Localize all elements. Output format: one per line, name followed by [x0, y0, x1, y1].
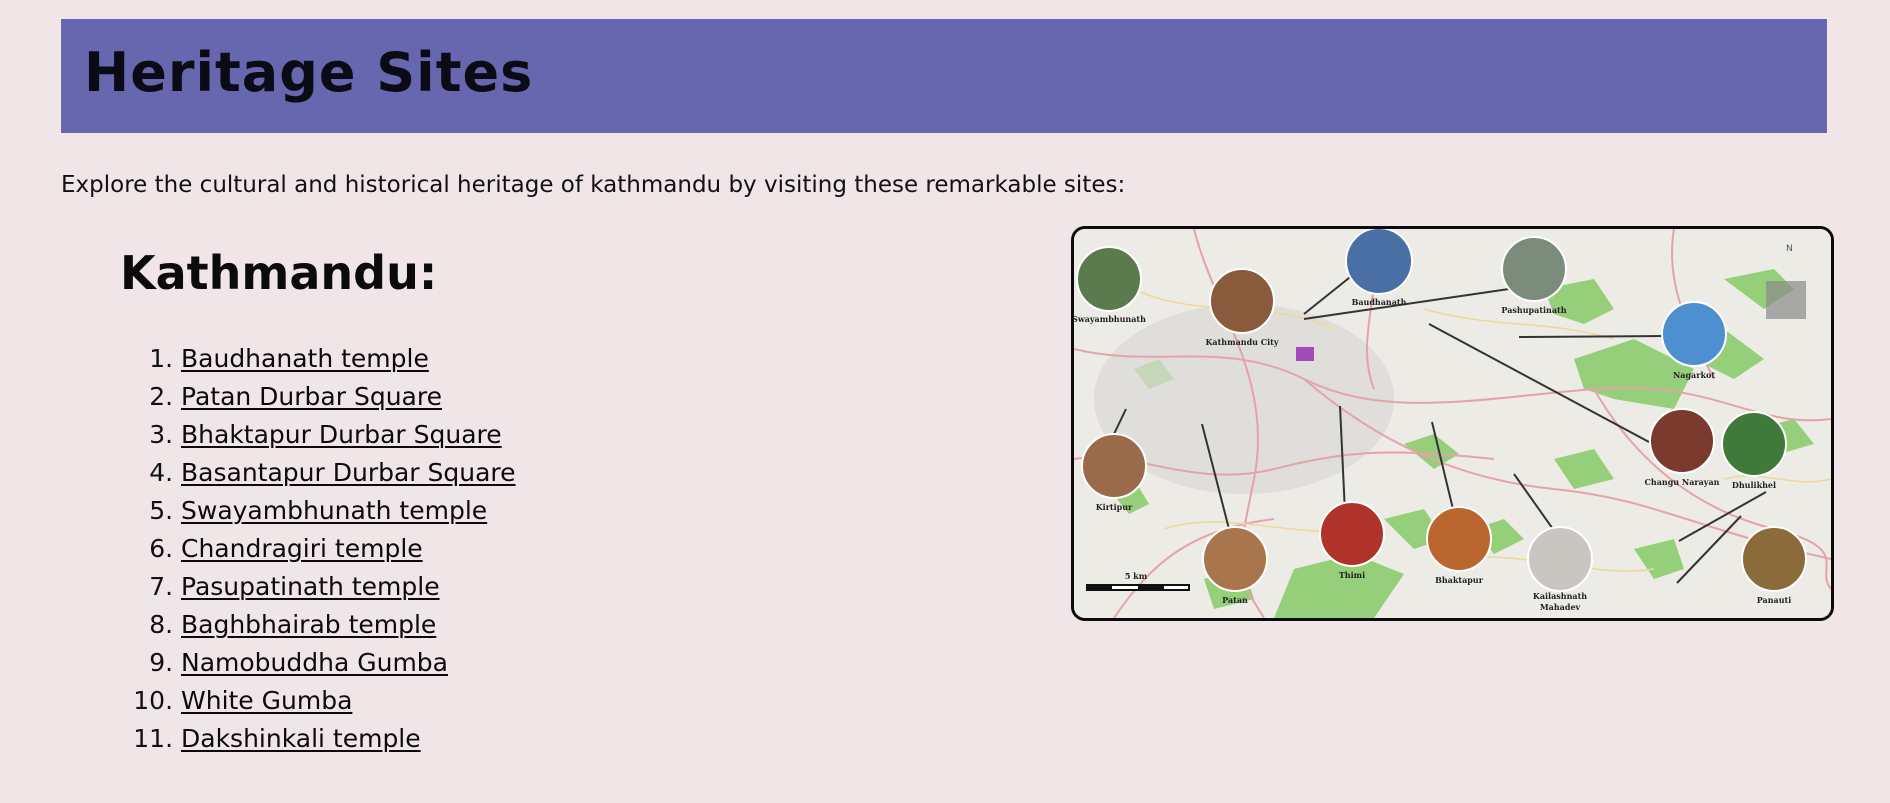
list-item: Baghbhairab temple [181, 606, 516, 644]
swayambhunath-photo [1076, 246, 1142, 312]
map-label-thimi: Thimi [1339, 570, 1365, 580]
map-label-changu-narayan: Changu Narayan [1645, 477, 1720, 487]
map-label-pashupatinath: Pashupatinath [1501, 305, 1566, 315]
site-link[interactable]: Basantapur Durbar Square [181, 458, 516, 487]
page-title: Heritage Sites [84, 41, 534, 104]
nagarkot-photo [1661, 301, 1727, 367]
map-label-kathmandu-city: Kathmandu City [1205, 337, 1278, 347]
list-item: Namobuddha Gumba [181, 644, 516, 682]
list-item: White Gumba [181, 682, 516, 720]
kailashnath-photo [1527, 526, 1593, 592]
map-label-swayambhunath: Swayambhunath [1074, 314, 1146, 324]
thimi-photo [1319, 501, 1385, 567]
list-item: Pasupatinath temple [181, 568, 516, 606]
site-link[interactable]: Bhaktapur Durbar Square [181, 420, 502, 449]
bhaktapur-photo [1426, 506, 1492, 572]
map-label-kailashnath: Kailashnath [1533, 591, 1587, 601]
kathmandu-city-photo [1209, 268, 1275, 334]
list-item: Patan Durbar Square [181, 378, 516, 416]
page-header: Heritage Sites [61, 19, 1827, 133]
kathmandu-heritage-map: Swayambhunath Kathmandu City Baudhanath … [1071, 226, 1834, 621]
map-graphic: Swayambhunath Kathmandu City Baudhanath … [1074, 229, 1831, 618]
scale-label: 5 km [1125, 571, 1148, 581]
site-link[interactable]: Chandragiri temple [181, 534, 423, 563]
dhulikhel-photo [1721, 411, 1787, 477]
map-label-dhulikhel: Dhulikhel [1732, 480, 1776, 490]
site-link[interactable]: Swayambhunath temple [181, 496, 487, 525]
baudhanath-photo [1345, 229, 1413, 295]
site-link[interactable]: Pasupatinath temple [181, 572, 440, 601]
map-label-nagarkot: Nagarkot [1673, 370, 1715, 380]
map-label-kirtipur: Kirtipur [1096, 502, 1133, 512]
map-label-mahadev: Mahadev [1540, 602, 1581, 612]
heritage-site-list: Baudhanath temple Patan Durbar Square Bh… [120, 340, 516, 758]
site-link[interactable]: White Gumba [181, 686, 352, 715]
changu-narayan-photo [1649, 408, 1715, 474]
map-label-panauti: Panauti [1757, 595, 1792, 605]
intro-text: Explore the cultural and historical heri… [61, 172, 1126, 198]
list-item: Basantapur Durbar Square [181, 454, 516, 492]
section-title: Kathmandu: [120, 246, 438, 300]
kirtipur-photo [1081, 433, 1147, 499]
svg-text:N: N [1786, 244, 1793, 254]
list-item: Bhaktapur Durbar Square [181, 416, 516, 454]
map-label-patan: Patan [1222, 595, 1248, 605]
airport-marker [1296, 347, 1314, 361]
site-link[interactable]: Baghbhairab temple [181, 610, 436, 639]
list-item: Dakshinkali temple [181, 720, 516, 758]
site-link[interactable]: Baudhanath temple [181, 344, 429, 373]
list-item: Baudhanath temple [181, 340, 516, 378]
site-link[interactable]: Patan Durbar Square [181, 382, 442, 411]
list-item: Chandragiri temple [181, 530, 516, 568]
list-item: Swayambhunath temple [181, 492, 516, 530]
pashupatinath-photo [1501, 236, 1567, 302]
map-label-bhaktapur: Bhaktapur [1435, 575, 1484, 585]
site-link[interactable]: Dakshinkali temple [181, 724, 421, 753]
patan-photo [1202, 526, 1268, 592]
map-label-baudhanath: Baudhanath [1352, 297, 1407, 307]
panauti-photo [1741, 526, 1807, 592]
site-link[interactable]: Namobuddha Gumba [181, 648, 448, 677]
